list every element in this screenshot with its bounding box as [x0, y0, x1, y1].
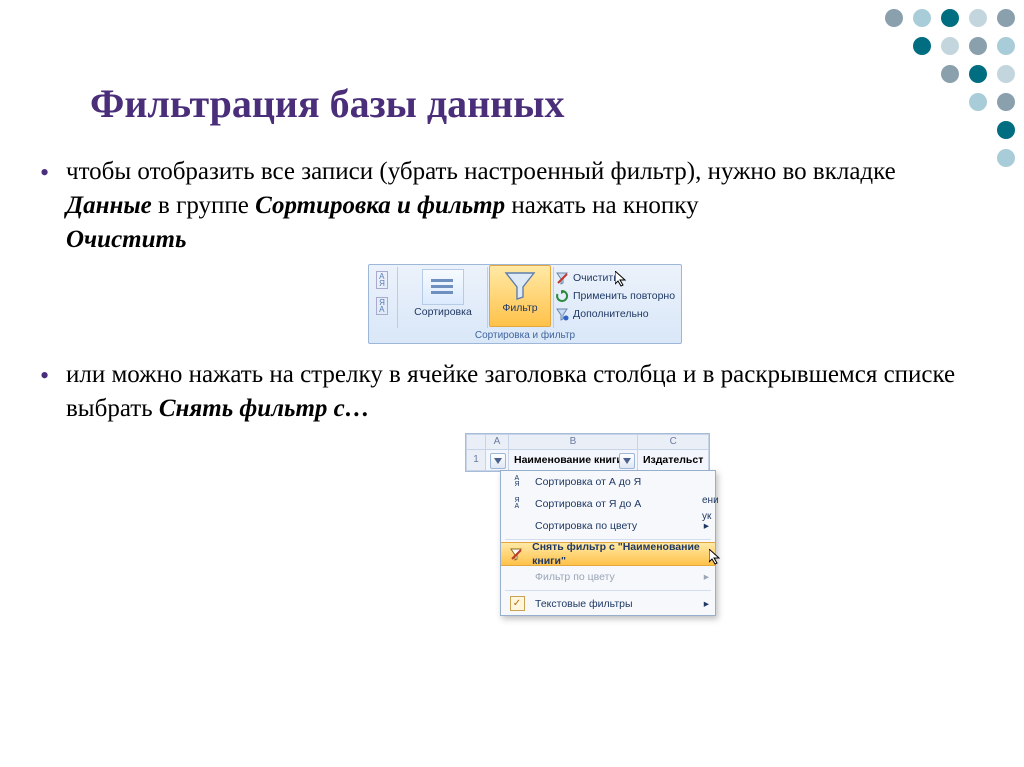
- header-cell[interactable]: Издательст: [638, 449, 709, 470]
- slide-title: Фильтрация базы данных: [0, 0, 1024, 137]
- filter-label: Фильтр: [490, 301, 550, 315]
- text: чтобы отобразить все записи (убрать наст…: [66, 158, 896, 185]
- sort-asc-icon: AЯ: [507, 476, 527, 488]
- sort-desc-icon: ЯA: [507, 498, 527, 510]
- sort-icon: [422, 269, 464, 305]
- row-header[interactable]: 1: [467, 449, 486, 470]
- sort-mini-buttons: AЯ ЯA: [373, 269, 397, 321]
- emphasis: Сортировка и фильтр: [255, 192, 505, 219]
- dropdown-arrow-icon[interactable]: [490, 453, 506, 469]
- emphasis: Очистить: [66, 226, 186, 253]
- header-text: Издательст: [643, 454, 703, 466]
- emphasis: Данные: [66, 192, 152, 219]
- sort-button[interactable]: Сортировка: [399, 267, 487, 327]
- submenu-arrow-icon: ▸: [704, 597, 709, 611]
- col-header[interactable]: A: [486, 434, 509, 449]
- header-text: Наименование книги: [514, 454, 623, 466]
- col-header[interactable]: B: [509, 434, 638, 449]
- menu-label: Снять фильтр с "Наименование книги": [532, 540, 707, 568]
- col-header[interactable]: C: [638, 434, 709, 449]
- clear-icon: [507, 547, 524, 561]
- menu-text-filters[interactable]: ✓ Текстовые фильтры ▸: [501, 593, 715, 615]
- cursor-icon: [709, 549, 721, 565]
- header-cell[interactable]: Наименование книги: [509, 449, 638, 470]
- menu-clear-filter[interactable]: Снять фильтр с "Наименование книги": [501, 542, 715, 566]
- menu-sort-color[interactable]: Сортировка по цвету ▸: [501, 515, 715, 537]
- bullet-item: или можно нажать на стрелку в ячейке заг…: [40, 358, 984, 616]
- advanced-icon: [555, 307, 569, 321]
- bullet-list: чтобы отобразить все записи (убрать наст…: [40, 155, 984, 616]
- menu-label: Сортировка по цвету: [535, 519, 637, 533]
- clear-label: Очистить: [573, 271, 619, 285]
- funnel-icon: [503, 269, 537, 301]
- ribbon-sort-filter-group: AЯ ЯA Сортировка: [368, 264, 682, 344]
- excel-dropdown-screenshot: A B C 1 № Наименование книги Издате: [466, 434, 712, 616]
- emphasis: Снять фильтр с…: [159, 395, 370, 422]
- menu-label: Текстовые фильтры: [535, 597, 633, 611]
- reapply-icon: [555, 289, 569, 303]
- menu-sort-za[interactable]: ЯA Сортировка от Я до А: [501, 493, 715, 515]
- menu-sort-az[interactable]: AЯ Сортировка от А до Я: [501, 471, 715, 493]
- checkbox-icon: ✓: [507, 596, 527, 611]
- filter-dropdown-menu: AЯ Сортировка от А до Я ЯA Сортировка от…: [500, 470, 716, 616]
- clear-icon: [555, 271, 569, 285]
- sort-label: Сортировка: [399, 305, 487, 319]
- truncated-cell: ени: [702, 494, 719, 508]
- advanced-label: Дополнительно: [573, 307, 649, 321]
- menu-label: Сортировка от Я до А: [535, 497, 641, 511]
- header-cell[interactable]: №: [486, 449, 509, 470]
- text: нажать на кнопку: [511, 192, 698, 219]
- sort-asc-icon[interactable]: AЯ: [373, 269, 391, 291]
- truncated-cell: ук: [702, 510, 711, 524]
- filter-button[interactable]: Фильтр: [489, 265, 551, 327]
- menu-label: Сортировка от А до Я: [535, 475, 641, 489]
- ribbon-group-label: Сортировка и фильтр: [369, 329, 681, 343]
- cursor-icon: [615, 271, 627, 287]
- menu-filter-color: Фильтр по цвету ▸: [501, 566, 715, 588]
- advanced-filter-button[interactable]: Дополнительно: [555, 305, 677, 323]
- sort-desc-icon[interactable]: ЯA: [373, 295, 391, 317]
- decorative-dots: [878, 4, 1018, 174]
- clear-filter-button[interactable]: Очистить: [555, 269, 677, 287]
- bullet-item: чтобы отобразить все записи (убрать наст…: [40, 155, 984, 344]
- text: в группе: [158, 192, 255, 219]
- reapply-label: Применить повторно: [573, 289, 675, 303]
- filter-options: Очистить Применить повторно Дополнитель: [555, 269, 677, 323]
- menu-label: Фильтр по цвету: [535, 570, 615, 584]
- submenu-arrow-icon: ▸: [704, 570, 709, 584]
- dropdown-arrow-icon[interactable]: [619, 453, 635, 469]
- reapply-filter-button[interactable]: Применить повторно: [555, 287, 677, 305]
- sheet-header-grid: A B C 1 № Наименование книги Издате: [466, 434, 709, 471]
